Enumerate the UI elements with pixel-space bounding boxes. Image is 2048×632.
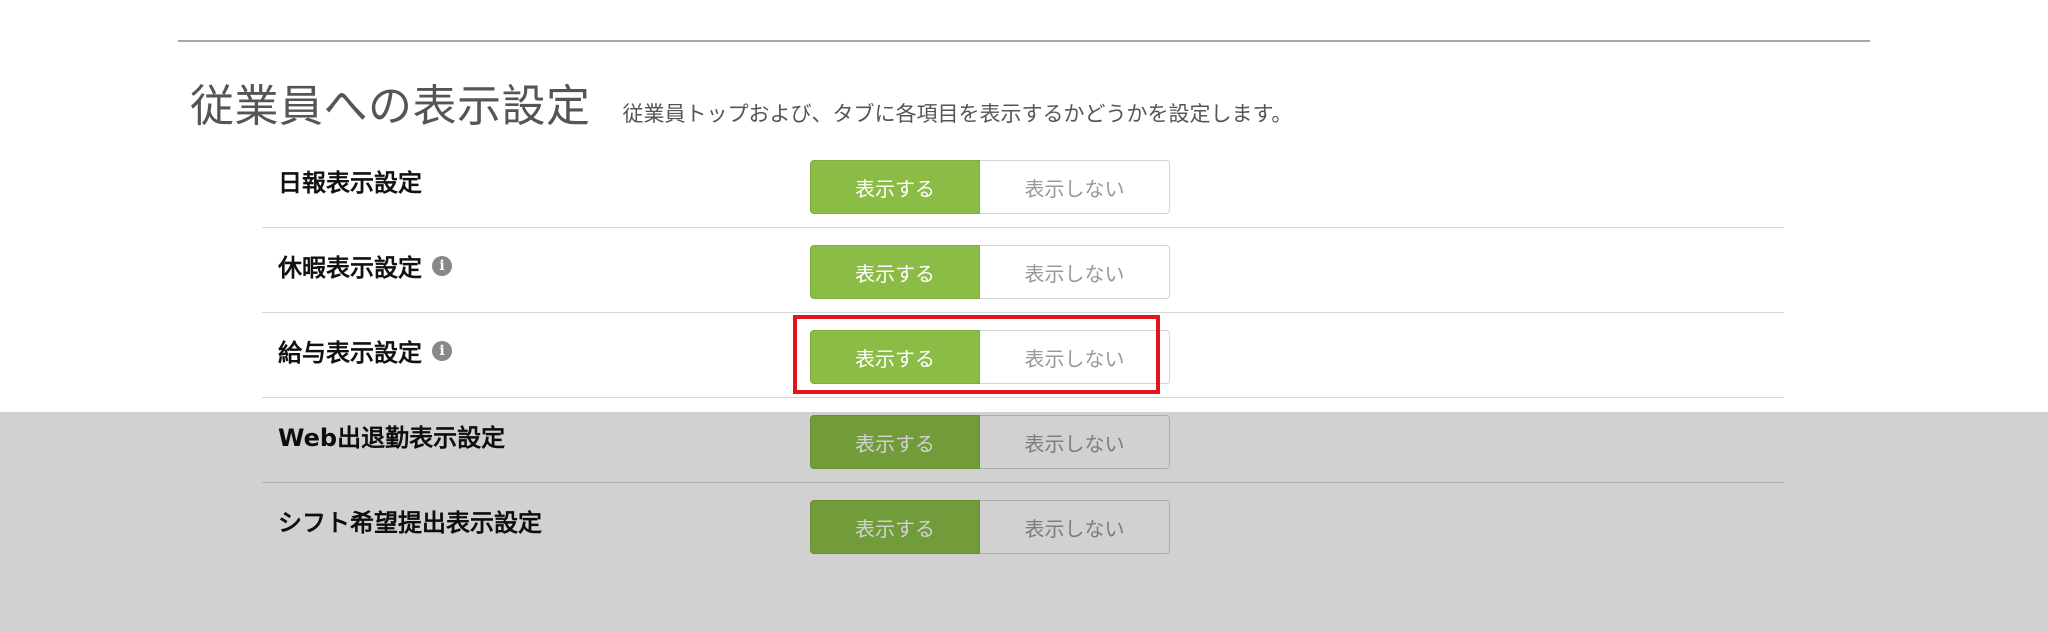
show-button[interactable]: 表示する: [810, 415, 980, 469]
top-divider: [178, 40, 1870, 42]
hide-button[interactable]: 表示しない: [980, 245, 1170, 299]
setting-label: シフト希望提出表示設定: [278, 503, 542, 538]
display-toggle: 表示する 表示しない: [810, 415, 1170, 469]
hide-button[interactable]: 表示しない: [980, 330, 1170, 384]
setting-label: 給与表示設定 i: [278, 333, 452, 368]
setting-row-leave: 休暇表示設定 i 表示する 表示しない: [262, 227, 1784, 312]
hide-button[interactable]: 表示しない: [980, 500, 1170, 554]
section-title: 従業員への表示設定: [190, 81, 591, 132]
setting-label-text: 日報表示設定: [278, 169, 422, 197]
show-button[interactable]: 表示する: [810, 245, 980, 299]
setting-label-text: 給与表示設定: [278, 339, 422, 367]
section-description: 従業員トップおよび、タブに各項目を表示するかどうかを設定します。: [622, 102, 1293, 126]
section-header: 従業員への表示設定 従業員トップおよび、タブに各項目を表示するかどうかを設定しま…: [190, 70, 1292, 134]
show-button[interactable]: 表示する: [810, 160, 980, 214]
display-toggle: 表示する 表示しない: [810, 500, 1170, 554]
setting-label: Web出退勤表示設定: [278, 418, 505, 453]
display-toggle: 表示する 表示しない: [810, 245, 1170, 299]
display-toggle: 表示する 表示しない: [810, 330, 1170, 384]
setting-label-text: Web出退勤表示設定: [278, 424, 506, 452]
setting-row-shift-request: シフト希望提出表示設定 表示する 表示しない: [262, 482, 1784, 567]
setting-row-web-attendance: Web出退勤表示設定 表示する 表示しない: [262, 397, 1784, 482]
hide-button[interactable]: 表示しない: [980, 415, 1170, 469]
display-toggle: 表示する 表示しない: [810, 160, 1170, 214]
show-button[interactable]: 表示する: [810, 500, 980, 554]
setting-label-text: 休暇表示設定: [278, 254, 422, 282]
setting-label-text: シフト希望提出表示設定: [278, 509, 542, 537]
hide-button[interactable]: 表示しない: [980, 160, 1170, 214]
show-button[interactable]: 表示する: [810, 330, 980, 384]
info-icon[interactable]: i: [432, 255, 452, 276]
setting-label: 日報表示設定: [278, 163, 422, 198]
display-settings-list: 日報表示設定 表示する 表示しない 休暇表示設定 i 表示する 表示しない 給与…: [262, 143, 1784, 567]
setting-label: 休暇表示設定 i: [278, 248, 452, 283]
setting-row-daily-report: 日報表示設定 表示する 表示しない: [262, 143, 1784, 227]
info-icon[interactable]: i: [432, 340, 452, 361]
setting-row-salary: 給与表示設定 i 表示する 表示しない: [262, 312, 1784, 397]
